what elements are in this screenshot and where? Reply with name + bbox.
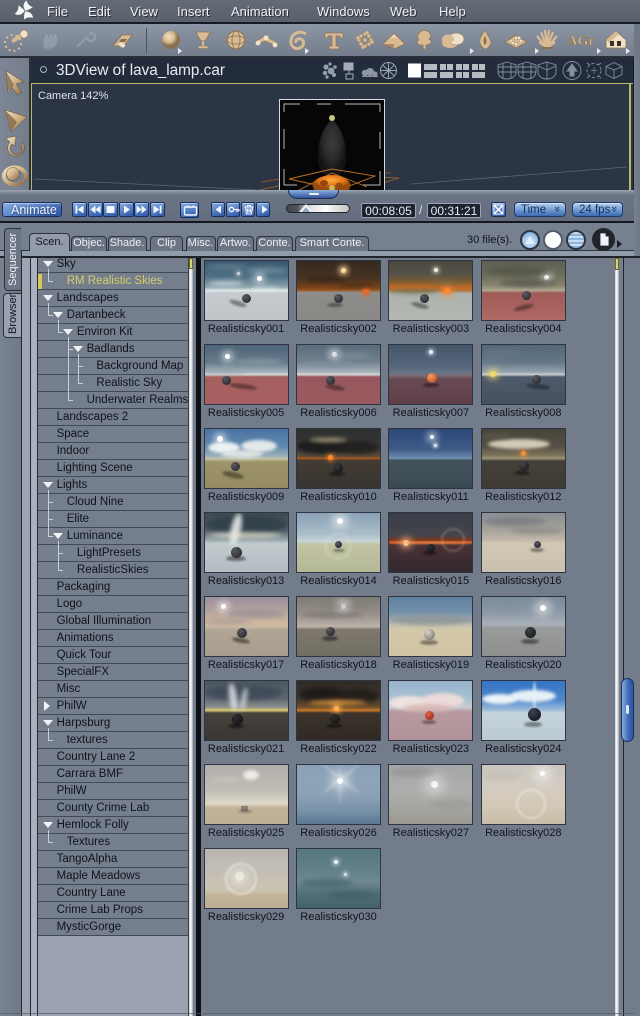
svg-text:AGr: AGr xyxy=(567,34,594,49)
